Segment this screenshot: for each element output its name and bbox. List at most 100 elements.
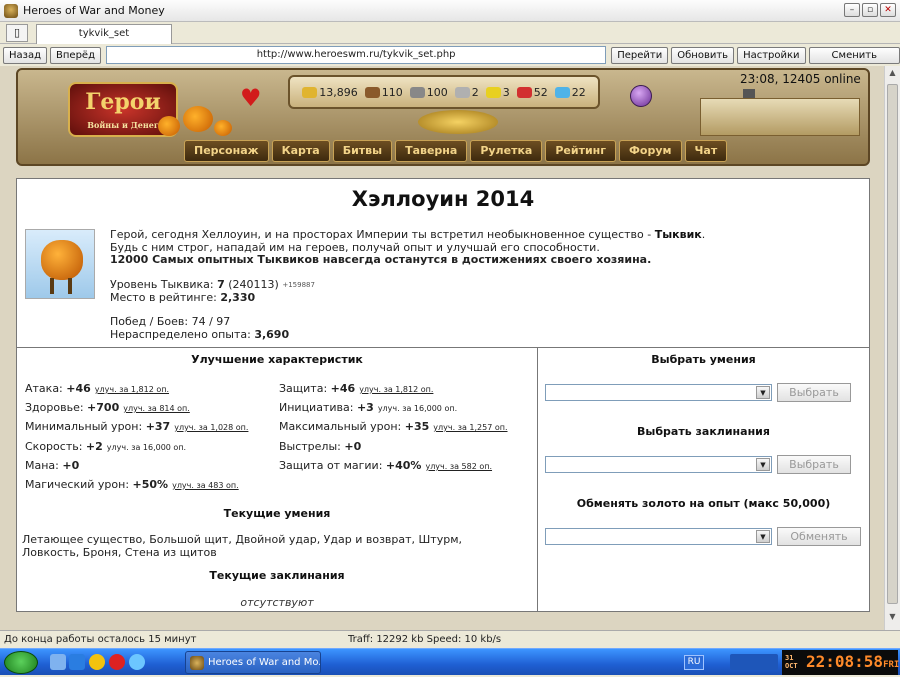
improve-title: Улучшение характеристик [191, 353, 363, 366]
level-value: 7 [217, 278, 225, 291]
main-menu: Персонаж Карта Битвы Таверна Рулетка Рей… [184, 140, 728, 162]
taskbar-clock[interactable]: 31 OCT 22:08:58FRI [782, 650, 899, 675]
creature-name: Тыквик [654, 228, 702, 241]
choose-spell-button[interactable]: Выбрать [777, 455, 851, 474]
pumpkin-icon [214, 120, 232, 136]
settings-button[interactable]: Настройки [737, 46, 806, 64]
resource-wood: 110 [364, 86, 403, 99]
stat-initiative: Инициатива: +3 улуч. за 16,000 оп. [279, 401, 458, 414]
resource-gems: 22 [554, 86, 586, 99]
maximize-icon[interactable]: ▫ [862, 3, 878, 17]
vertical-scrollbar[interactable]: ▲ ▼ [884, 66, 900, 630]
choose-spells-title: Выбрать заклинания [637, 425, 770, 438]
event-intro: Герой, сегодня Хеллоуин, и на просторах … [110, 228, 850, 267]
upgrade-magic-defense-link[interactable]: улуч. за 582 оп. [425, 462, 492, 471]
taskbar-item-heroes[interactable]: Heroes of War and Mo... [185, 651, 321, 674]
chevron-down-icon: ▼ [756, 386, 770, 399]
upgrade-initiative-text: улуч. за 16,000 оп. [377, 404, 458, 413]
upgrade-attack-link[interactable]: улуч. за 1,812 оп. [95, 385, 169, 394]
desktop-icon[interactable] [50, 654, 66, 670]
menu-map[interactable]: Карта [271, 140, 330, 162]
chevron-down-icon: ▼ [756, 458, 770, 471]
internet-explorer-icon[interactable] [129, 654, 145, 670]
gems-icon [554, 86, 570, 98]
app-icon [4, 3, 18, 18]
switch-player-button[interactable]: Сменить игрока [808, 46, 900, 76]
window-titlebar: Heroes of War and Money – ▫ ✕ [0, 0, 900, 22]
upgrade-min-damage-link[interactable]: улуч. за 1,028 оп. [174, 423, 248, 432]
resource-crystals: 52 [516, 86, 548, 99]
exchange-select[interactable]: ▼ [545, 528, 772, 545]
mercury-icon [454, 86, 470, 98]
tab-tykvik-set[interactable]: tykvik_set [36, 24, 172, 44]
stat-speed: Скорость: +2 улуч. за 16,000 оп. [25, 440, 187, 453]
media-player-icon[interactable] [69, 654, 85, 670]
back-button[interactable]: Назад [3, 46, 48, 64]
address-field[interactable]: http://www.heroeswm.ru/tykvik_set.php [105, 46, 607, 64]
stat-shots: Выстрелы: +0 [279, 440, 362, 453]
upgrade-defense-link[interactable]: улуч. за 1,812 оп. [359, 385, 433, 394]
intro-line-3: 12000 Самых опытных Тыквиков навсегда ос… [110, 253, 652, 266]
battle-stats: Побед / Боев: 74 / 97 Нераспределено опы… [110, 315, 290, 341]
upgrade-health-link[interactable]: улуч. за 814 оп. [123, 404, 190, 413]
menu-rating[interactable]: Рейтинг [545, 140, 617, 162]
scrollbar-thumb[interactable] [887, 84, 898, 604]
stat-attack: Атака: +46 улуч. за 1,812 оп. [25, 382, 170, 395]
ore-icon [409, 86, 425, 98]
game-header: Герои Войны и Денег ♥ 13,896 110 100 2 3… [16, 68, 870, 166]
app-quicklaunch-icon[interactable] [89, 654, 105, 670]
resource-ore: 100 [409, 86, 448, 99]
upgrade-magic-damage-link[interactable]: улуч. за 483 оп. [172, 481, 239, 490]
potion-icon[interactable] [630, 85, 652, 107]
spells-title: Текущие заклинания [209, 569, 345, 582]
clock-date: 31 OCT [785, 654, 798, 670]
resource-mercury: 2 [454, 86, 479, 99]
exchange-button[interactable]: Обменять [777, 527, 861, 546]
divider [537, 347, 538, 611]
menu-forum[interactable]: Форум [619, 140, 682, 162]
forward-button[interactable]: Вперёд [50, 46, 101, 64]
exchange-title: Обменять золото на опыт (макс 50,000) [576, 497, 831, 510]
stat-min-damage: Минимальный урон: +37 улуч. за 1,028 оп. [25, 420, 249, 433]
page-viewport: Герои Войны и Денег ♥ 13,896 110 100 2 3… [0, 66, 884, 630]
menu-roulette[interactable]: Рулетка [470, 140, 543, 162]
navigation-bar: Назад Вперёд http://www.heroeswm.ru/tykv… [0, 44, 900, 76]
menu-tavern[interactable]: Таверна [395, 140, 468, 162]
menu-battles[interactable]: Битвы [332, 140, 393, 162]
divider [17, 347, 869, 348]
language-indicator[interactable]: RU [684, 655, 704, 670]
menu-chat[interactable]: Чат [684, 140, 728, 162]
choose-skill-button[interactable]: Выбрать [777, 383, 851, 402]
refresh-button[interactable]: Обновить [671, 46, 735, 64]
scroll-up-icon[interactable]: ▲ [887, 68, 898, 82]
skills-select[interactable]: ▼ [545, 384, 772, 401]
resource-sulfur: 3 [485, 86, 510, 99]
health-heart-icon: ♥ [240, 84, 262, 112]
opera-icon[interactable] [109, 654, 125, 670]
system-tray[interactable] [730, 654, 778, 670]
spells-select[interactable]: ▼ [545, 456, 772, 473]
session-time-left: До конца работы осталось 15 минут [4, 634, 197, 645]
event-panel: Хэллоуин 2014 Герой, сегодня Хеллоуин, и… [16, 178, 870, 612]
go-button[interactable]: Перейти [611, 46, 669, 64]
online-list-icon[interactable] [743, 89, 755, 98]
minimize-icon[interactable]: – [844, 3, 860, 17]
menu-character[interactable]: Персонаж [184, 140, 269, 162]
close-icon[interactable]: ✕ [880, 3, 896, 17]
level-plus: +159887 [282, 281, 315, 289]
traffic-info: Traff: 12292 kb Speed: 10 kb/s [348, 634, 502, 645]
start-button[interactable] [4, 651, 38, 674]
status-bar: До конца работы осталось 15 минут Traff:… [0, 630, 900, 648]
level-exp: (240113) [228, 278, 279, 291]
new-tab-icon[interactable]: ▯ [6, 24, 28, 42]
choose-skills-title: Выбрать умения [651, 353, 756, 366]
city-banner[interactable] [700, 98, 860, 136]
gold-icon [302, 86, 318, 98]
pumpkin-legs-icon [50, 278, 72, 294]
window-title: Heroes of War and Money [23, 4, 165, 17]
sulfur-icon [485, 86, 501, 98]
upgrade-max-damage-link[interactable]: улуч. за 1,257 оп. [433, 423, 507, 432]
pumpkin-icon [158, 116, 180, 136]
spells-list: отсутствуют [240, 596, 314, 609]
scroll-down-icon[interactable]: ▼ [887, 612, 898, 626]
